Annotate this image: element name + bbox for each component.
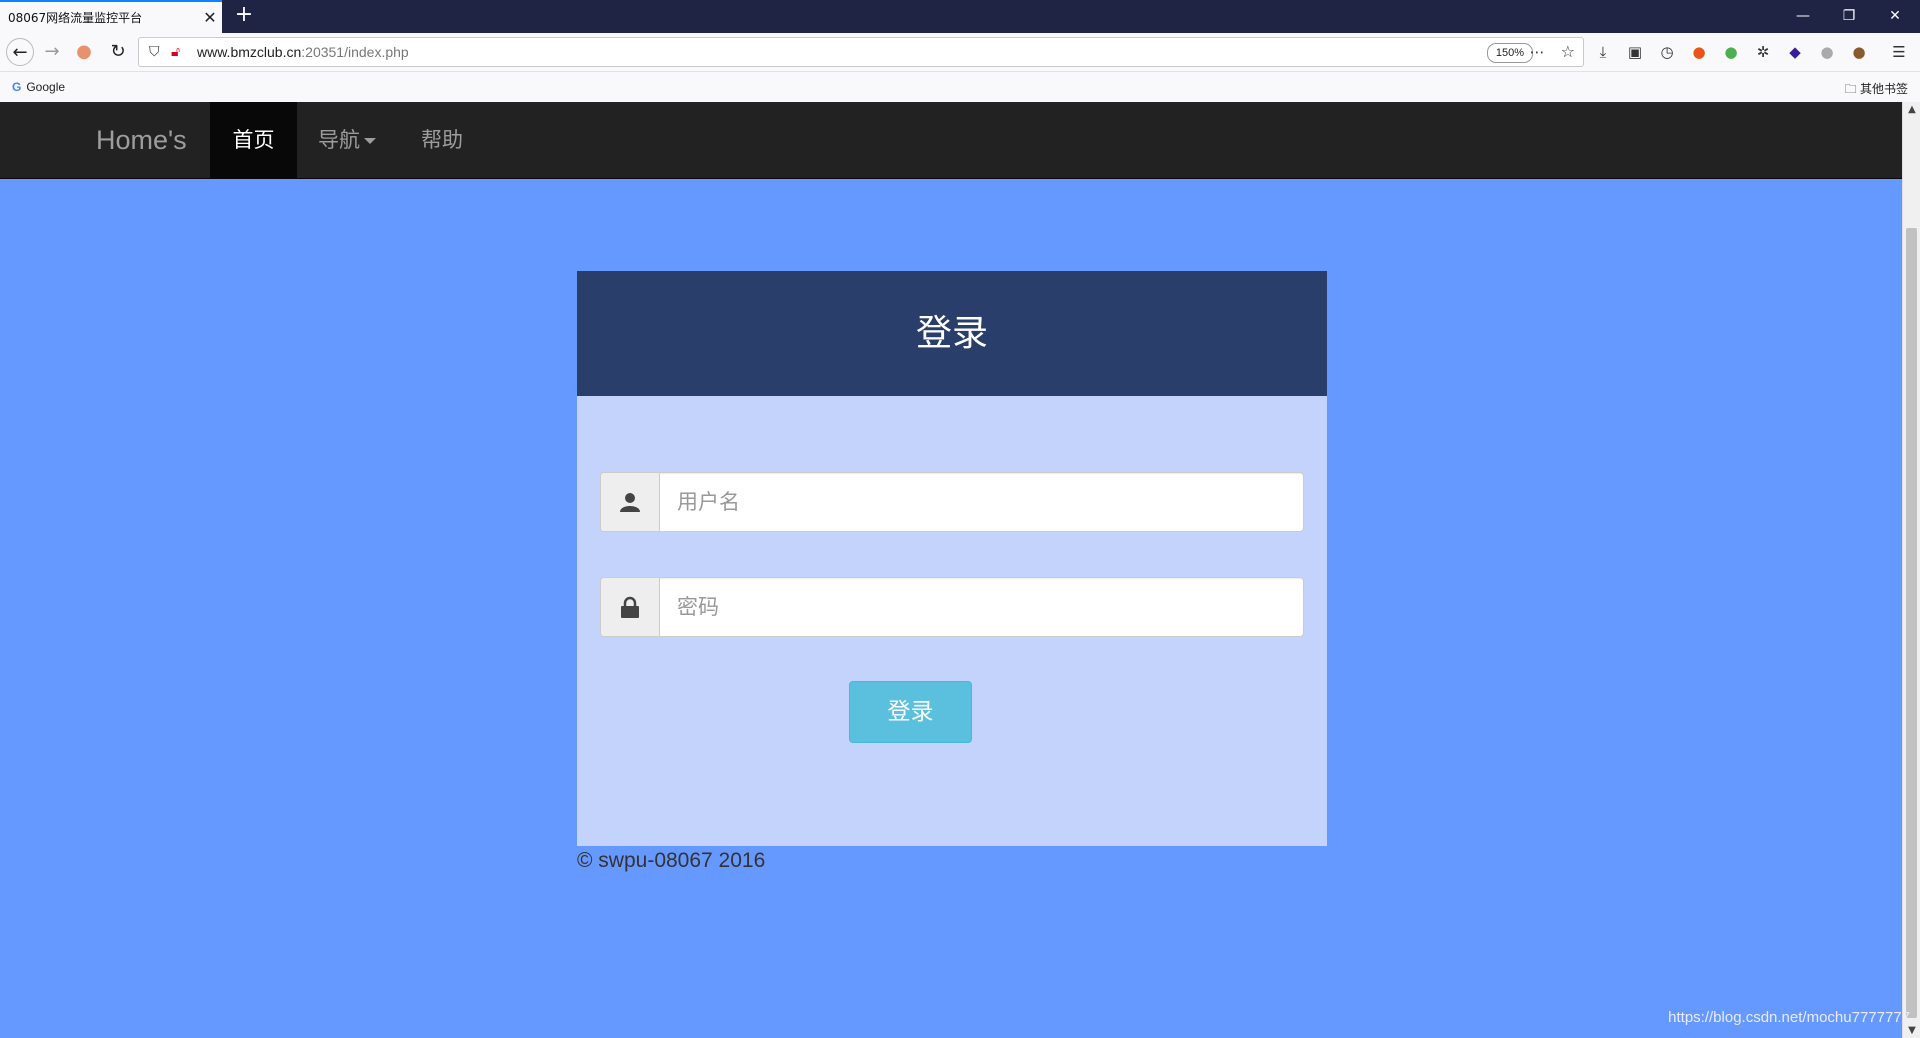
addon-purple-icon[interactable]: ◆ bbox=[1785, 42, 1805, 62]
page-scrollbar[interactable]: ▲ ▼ bbox=[1902, 102, 1920, 1038]
reload-icon[interactable]: ↻ bbox=[104, 38, 132, 66]
tab-title: 08067网络流量监控平台 bbox=[8, 11, 143, 25]
site-navbar: Home's 首页 导航 帮助 bbox=[0, 102, 1902, 179]
bookmark-other-label: 其他书签 bbox=[1859, 82, 1908, 96]
watermark-text: https://blog.csdn.net/mochu7777777 bbox=[1668, 1009, 1910, 1026]
username-input[interactable] bbox=[660, 473, 1300, 531]
nav-home[interactable]: 首页 bbox=[210, 102, 297, 178]
addon-red-icon[interactable]: ● bbox=[1689, 42, 1709, 62]
url-path: :20351/index.php bbox=[301, 44, 409, 60]
library-icon[interactable]: ▣ bbox=[1625, 42, 1645, 62]
login-title: 登录 bbox=[577, 271, 1327, 396]
nav-navigation-label: 导航 bbox=[318, 128, 360, 152]
insecure-lock-icon[interactable]: 🔓︎ bbox=[171, 44, 180, 60]
browser-toolbar: ← → ● ↻ ⛉ 🔓︎ www.bmzclub.cn:20351/index.… bbox=[0, 33, 1920, 72]
password-input[interactable] bbox=[660, 578, 1300, 636]
user-icon bbox=[601, 473, 660, 531]
close-icon[interactable]: ✕ bbox=[198, 8, 222, 27]
extension-icon[interactable]: ● bbox=[70, 38, 98, 66]
password-group bbox=[600, 577, 1304, 637]
back-arrow-icon[interactable]: ← bbox=[6, 38, 34, 66]
shield-icon[interactable]: ⛉ bbox=[149, 44, 160, 60]
more-icon[interactable]: ⋯ bbox=[1527, 42, 1547, 62]
bookmark-google[interactable]: G Google bbox=[12, 80, 65, 94]
scroll-down-icon[interactable]: ▼ bbox=[1905, 1025, 1919, 1036]
login-panel: 登录 登录 bbox=[577, 271, 1327, 846]
gear-icon[interactable]: ✲ bbox=[1753, 42, 1773, 62]
bookmark-google-label: Google bbox=[26, 80, 66, 94]
window-close-icon[interactable]: ✕ bbox=[1872, 0, 1918, 33]
new-tab-icon[interactable]: + bbox=[232, 4, 256, 28]
restore-icon[interactable]: ❐ bbox=[1826, 0, 1872, 33]
browser-tab[interactable]: 08067网络流量监控平台 ✕ bbox=[0, 0, 222, 33]
username-group bbox=[600, 472, 1304, 532]
scroll-thumb[interactable] bbox=[1906, 228, 1917, 1018]
lock-icon bbox=[601, 578, 660, 636]
caret-down-icon bbox=[364, 138, 376, 144]
star-icon[interactable]: ☆ bbox=[1561, 42, 1575, 61]
brand-link[interactable]: Home's bbox=[96, 102, 187, 178]
url-bar[interactable]: ⛉ 🔓︎ www.bmzclub.cn:20351/index.php 150%… bbox=[138, 37, 1584, 67]
bookmark-other[interactable]: 🗀︎ 其他书签 bbox=[1845, 80, 1908, 101]
scroll-up-icon[interactable]: ▲ bbox=[1905, 104, 1919, 115]
google-icon: G bbox=[12, 80, 22, 94]
minimize-icon[interactable]: — bbox=[1780, 0, 1826, 33]
footer-copyright: © swpu-08067 2016 bbox=[577, 849, 766, 872]
nav-help[interactable]: 帮助 bbox=[397, 102, 487, 178]
forward-arrow-icon[interactable]: → bbox=[38, 38, 66, 66]
download-icon[interactable]: ⤓ bbox=[1593, 42, 1613, 62]
menu-icon[interactable]: ☰ bbox=[1889, 42, 1909, 62]
clock-icon[interactable]: ◷ bbox=[1657, 42, 1677, 62]
cookie-icon[interactable]: ● bbox=[1849, 42, 1869, 62]
browser-titlebar: 08067网络流量监控平台 ✕ + — ❐ ✕ bbox=[0, 0, 1920, 33]
nav-navigation-dropdown[interactable]: 导航 bbox=[297, 102, 397, 178]
folder-icon: 🗀︎ bbox=[1844, 82, 1860, 96]
url-text[interactable]: www.bmzclub.cn:20351/index.php bbox=[197, 44, 409, 60]
addon-green-icon[interactable]: ● bbox=[1721, 42, 1741, 62]
bookmarks-bar: G Google 🗀︎ 其他书签 bbox=[0, 72, 1920, 103]
login-button[interactable]: 登录 bbox=[849, 681, 972, 743]
addon-gray-icon[interactable]: ● bbox=[1817, 42, 1837, 62]
url-host: www.bmzclub.cn bbox=[197, 44, 302, 60]
